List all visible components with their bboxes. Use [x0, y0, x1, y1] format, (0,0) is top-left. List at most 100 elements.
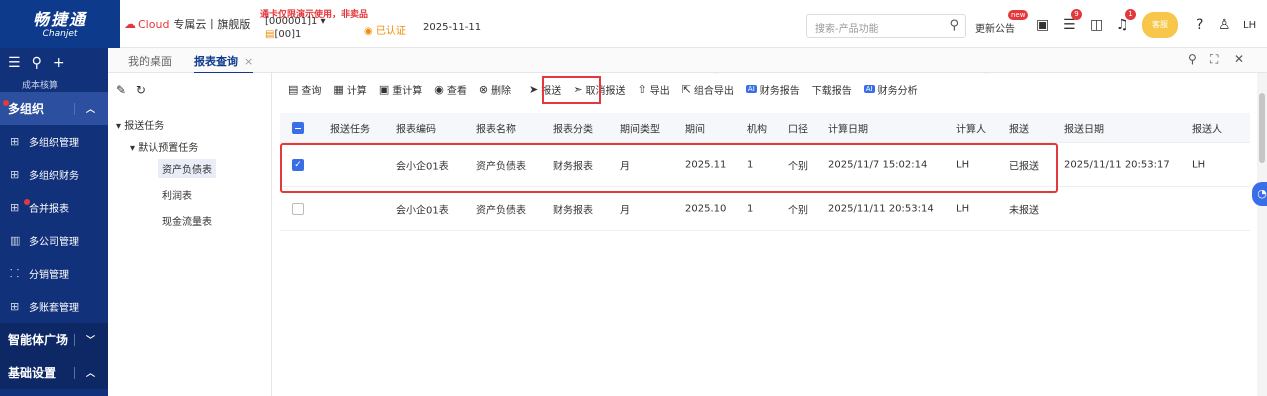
- ai-icon: AI: [745, 85, 757, 93]
- refresh-icon[interactable]: ↻: [136, 83, 146, 97]
- fin-analysis-button[interactable]: AI 财务分析: [863, 82, 918, 97]
- cell-calc-by: LH: [956, 203, 970, 214]
- row-checkbox[interactable]: [292, 202, 304, 215]
- customer-service-button[interactable]: 客服: [1142, 12, 1178, 38]
- column-header[interactable]: 报表名称: [476, 120, 516, 135]
- column-header[interactable]: 报送日期: [1064, 120, 1104, 135]
- scrollbar-thumb[interactable]: [1259, 93, 1265, 163]
- sidebar-item-consolidated-report[interactable]: ⊞ 合并报表: [0, 191, 108, 224]
- column-header[interactable]: 报送任务: [330, 120, 370, 135]
- close-icon[interactable]: ×: [244, 55, 253, 68]
- update-notice-link[interactable]: 更新公告: [975, 20, 1015, 35]
- sidebar-item-cost[interactable]: 成本核算: [0, 78, 108, 92]
- group-label: 基础设置: [8, 366, 57, 380]
- column-header[interactable]: 期间类型: [620, 120, 660, 135]
- sidebar-group-basic-settings[interactable]: 基础设置 ︿: [0, 356, 108, 389]
- assistant-float-icon[interactable]: ◔: [1252, 182, 1267, 206]
- column-header[interactable]: 计算日期: [828, 120, 868, 135]
- tree-leaf-balance-sheet[interactable]: 资产负债表: [158, 159, 216, 178]
- tree-node-root[interactable]: ▾ 报送任务: [116, 117, 164, 132]
- button-label: 计算: [346, 85, 367, 97]
- button-label: 组合导出: [693, 85, 734, 97]
- caret-down-icon: ▾: [130, 143, 136, 154]
- user-icon[interactable]: ♙: [1218, 17, 1231, 33]
- cert-label: 已认证: [375, 26, 406, 37]
- org-tree-icon: ⸬: [10, 267, 20, 280]
- bell-icon[interactable]: ♫: [1116, 17, 1129, 33]
- column-header[interactable]: 期间: [685, 120, 705, 135]
- table-row[interactable]: 会小企01表 资产负债表 财务报表 月 2025.10 1 个别 2025/11…: [280, 187, 1250, 231]
- search-input[interactable]: 搜索-产品功能 ⚲: [806, 14, 966, 38]
- sidebar-item-label: 多组织财务: [29, 171, 79, 182]
- download-report-button[interactable]: 下载报告: [812, 82, 852, 97]
- tree-leaf-cash-flow[interactable]: 现金流量表: [162, 213, 212, 228]
- fin-report-button[interactable]: AI 财务报告: [745, 82, 800, 97]
- query-button[interactable]: ▤ 查询: [288, 82, 321, 97]
- tree-leaf-income-statement[interactable]: 利润表: [162, 187, 192, 202]
- sidebar-item-multi-company[interactable]: ▥ 多公司管理: [0, 224, 108, 257]
- calc-button[interactable]: ▦ 计算: [333, 82, 366, 97]
- search-icon[interactable]: ⚲: [1188, 52, 1197, 66]
- logo[interactable]: 畅捷通 Chanjet: [0, 0, 120, 48]
- column-header[interactable]: 计算人: [956, 120, 986, 135]
- column-header[interactable]: 机构: [747, 120, 767, 135]
- group-label: 多组织: [8, 102, 45, 116]
- sidebar-item-distribution[interactable]: ⸬ 分销管理: [0, 257, 108, 290]
- chevron-down-icon: ﹀: [86, 336, 96, 346]
- combo-export-button[interactable]: ⇱ 组合导出: [682, 82, 734, 97]
- button-label: 财务报告: [759, 85, 800, 97]
- column-header[interactable]: 报表编码: [396, 120, 436, 135]
- export-button[interactable]: ⇧ 导出: [637, 82, 669, 97]
- account-selector[interactable]: [000001]1 ▾: [265, 16, 326, 27]
- calculator-icon[interactable]: ▣: [1036, 17, 1049, 33]
- cell-code: 会小企01表: [396, 205, 449, 216]
- view-button[interactable]: ◉ 查看: [434, 82, 467, 97]
- close-icon[interactable]: ✕: [1234, 52, 1244, 66]
- column-header[interactable]: 报送: [1009, 120, 1029, 135]
- logo-main-text: 畅捷通: [32, 10, 87, 29]
- account-sub: ▤[00]1: [265, 29, 301, 40]
- tab-desktop[interactable]: 我的桌面: [128, 53, 172, 69]
- combo-export-icon: ⇱: [681, 82, 691, 96]
- cert-badge: ◉ 已认证: [364, 26, 406, 37]
- divider: [74, 103, 75, 115]
- edit-icon[interactable]: ✎: [116, 83, 126, 97]
- column-header[interactable]: 报表分类: [553, 120, 593, 135]
- chevron-down-icon: ▾: [320, 16, 326, 27]
- sidebar-item-label: 多账套管理: [29, 303, 79, 314]
- cell-period: 2025.10: [685, 203, 727, 214]
- select-all-checkbox[interactable]: [292, 121, 304, 134]
- tree-node-default-task[interactable]: ▾ 默认预置任务: [130, 139, 198, 154]
- search-icon[interactable]: ⚲: [32, 55, 42, 71]
- vertical-scrollbar[interactable]: [1257, 73, 1267, 396]
- cell-send-date: 2025/11/11 20:53:17: [1064, 159, 1170, 170]
- cell-sent-status: 未报送: [1009, 205, 1039, 216]
- help-icon[interactable]: ?: [1196, 17, 1203, 33]
- sidebar-item-multi-book[interactable]: ⊞ 多账套管理: [0, 290, 108, 323]
- sidebar-item-label: 合并报表: [29, 204, 69, 215]
- column-header[interactable]: 报送人: [1192, 120, 1222, 135]
- export-icon: ⇧: [637, 82, 647, 96]
- cell-period-type: 月: [620, 205, 630, 216]
- message-icon[interactable]: ◫: [1090, 17, 1103, 33]
- cell-org: 1: [747, 203, 754, 214]
- bell-badge: 1: [1125, 9, 1136, 20]
- menu-icon[interactable]: ☰: [8, 55, 21, 71]
- top-bar: 畅捷通 Chanjet ☁ Cloud 专属云丨旗舰版 通卡仅限演示使用，非卖品…: [0, 0, 1267, 48]
- button-label: 查询: [301, 85, 322, 97]
- tab-report-query[interactable]: 报表查询 ×: [194, 53, 254, 74]
- sidebar-item-multi-org-manage[interactable]: ⊞ 多组织管理: [0, 125, 108, 158]
- new-badge: new: [1008, 10, 1029, 20]
- fullscreen-icon[interactable]: ⛶: [1210, 52, 1218, 67]
- column-header[interactable]: 口径: [788, 120, 808, 135]
- search-icon[interactable]: ⚲: [949, 18, 959, 33]
- delete-button[interactable]: ⊗ 删除: [479, 82, 511, 97]
- grid-icon: ⊞: [10, 135, 20, 148]
- sidebar-group-multi-org[interactable]: 多组织 ︿: [0, 92, 108, 125]
- sidebar-group-ai-square[interactable]: 智能体广场 ﹀: [0, 323, 108, 356]
- user-name[interactable]: LH: [1243, 20, 1256, 31]
- recalc-button[interactable]: ▣ 重计算: [379, 82, 422, 97]
- add-icon[interactable]: +: [53, 55, 65, 71]
- cell-scope: 个别: [788, 205, 808, 216]
- sidebar-item-multi-org-finance[interactable]: ⊞ 多组织财务: [0, 158, 108, 191]
